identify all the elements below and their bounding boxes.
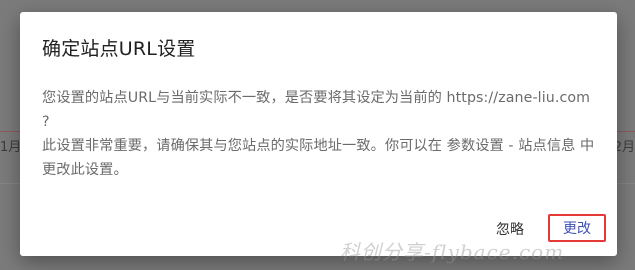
ignore-button[interactable]: 忽略 bbox=[488, 215, 532, 245]
dialog-message-importance: 此设置非常重要，请确保其与您站点的实际地址一致。你可以在 参数设置 - 站点信息… bbox=[42, 138, 595, 178]
dialog-body: 您设置的站点URL与当前实际不一致，是否要将其设定为当前的 https://za… bbox=[42, 86, 598, 182]
confirm-site-url-dialog: 确定站点URL设置 您设置的站点URL与当前实际不一致，是否要将其设定为当前的 … bbox=[20, 12, 617, 256]
change-button[interactable]: 更改 bbox=[548, 214, 606, 242]
dialog-title: 确定站点URL设置 bbox=[42, 38, 196, 60]
dialog-message-mismatch: 您设置的站点URL与当前实际不一致，是否要将其设定为当前的 https://za… bbox=[42, 90, 591, 130]
background-calendar-label-left: 1月 bbox=[0, 140, 22, 155]
